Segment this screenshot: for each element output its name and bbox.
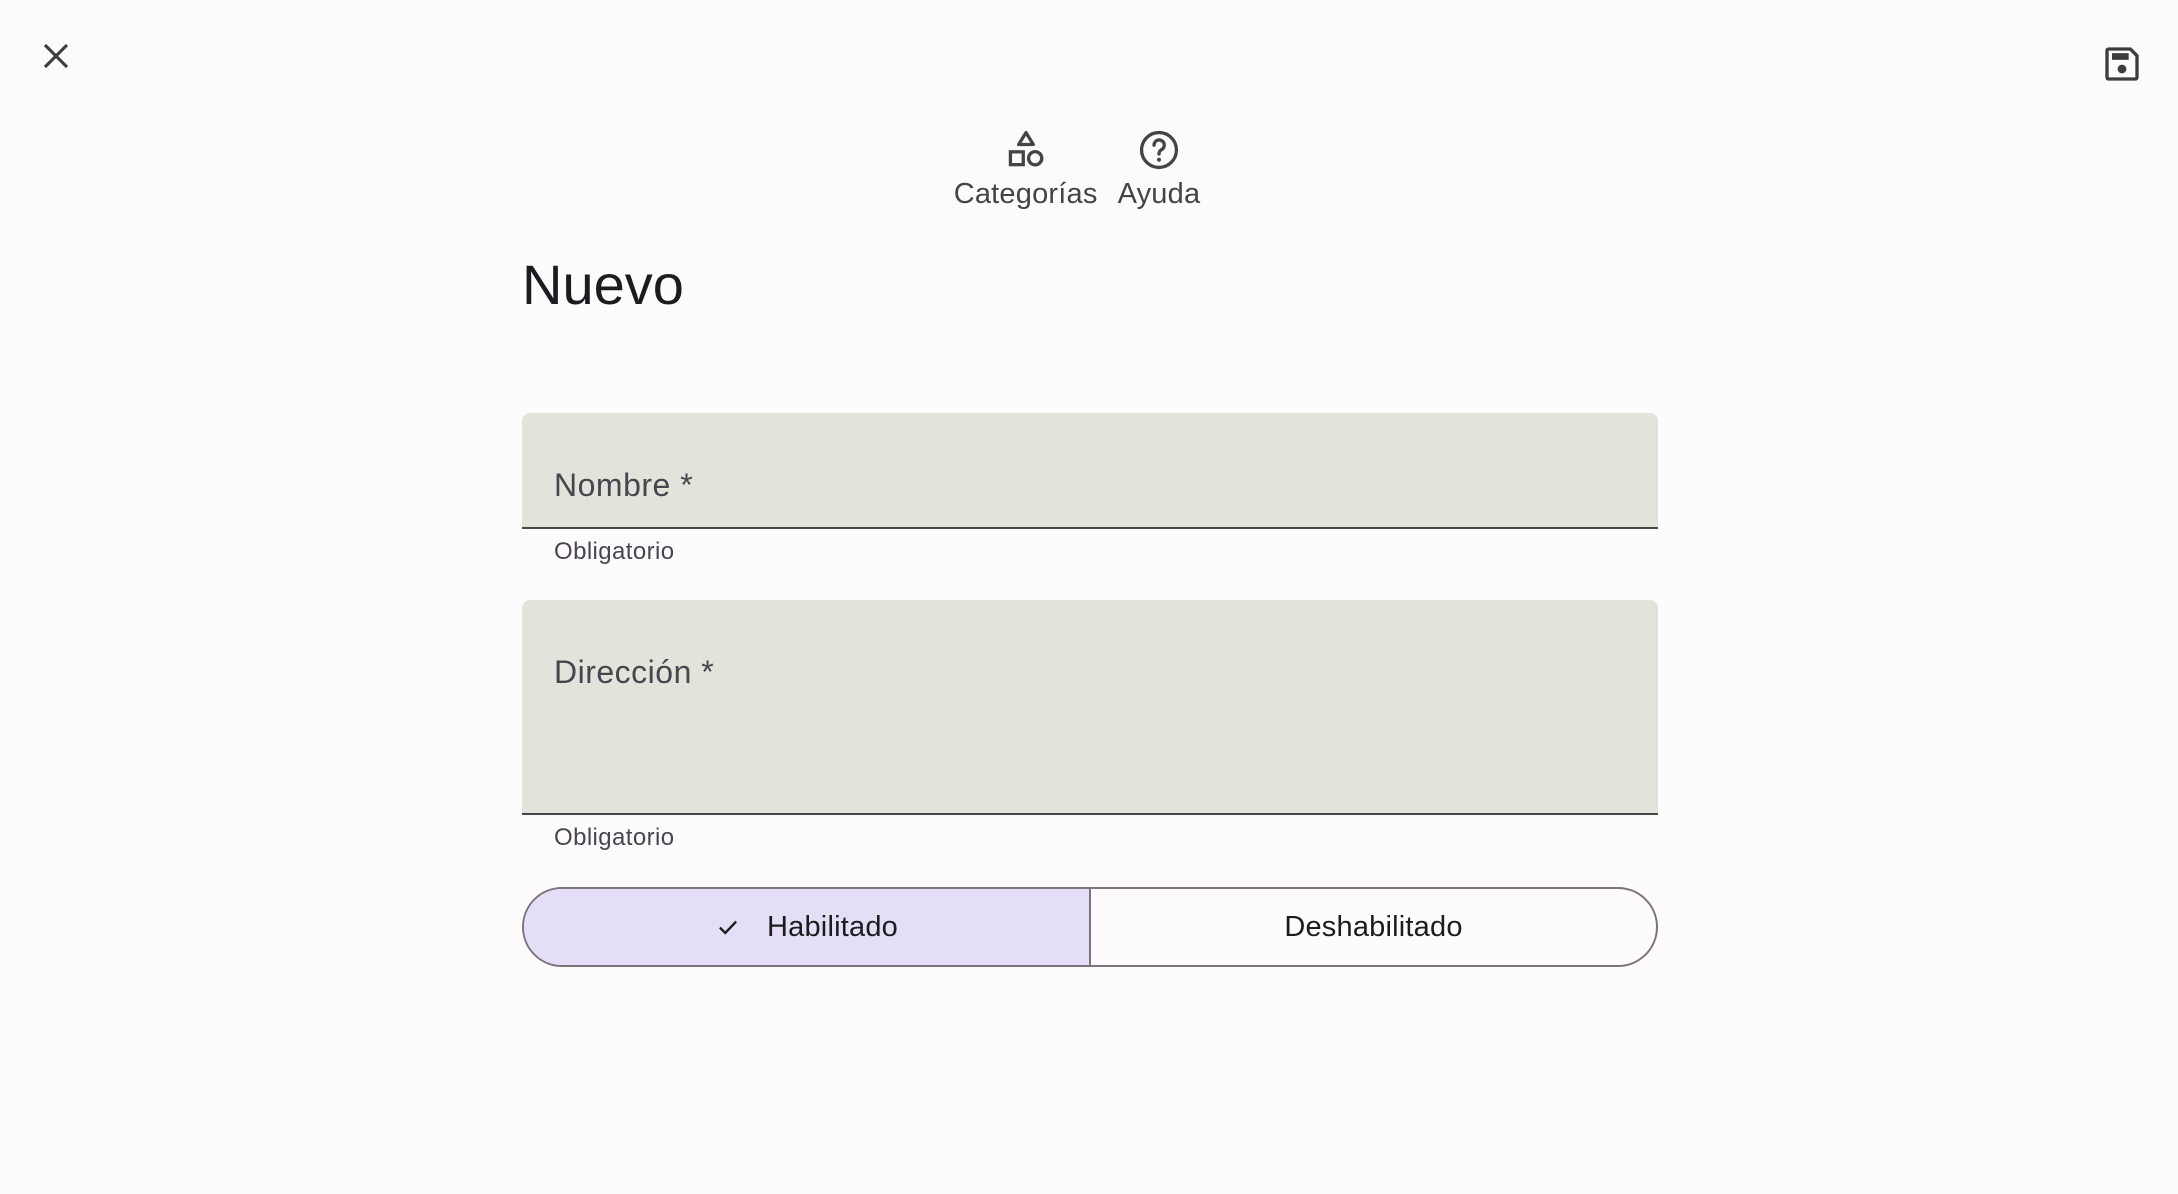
nombre-helper-text: Obligatorio [554,538,675,565]
help-icon [1135,126,1183,174]
save-button[interactable] [2094,36,2150,92]
habilitado-label: Habilitado [767,910,898,943]
close-icon [43,43,69,69]
categories-action[interactable]: Categorías [954,126,1098,211]
direccion-label: Dirección * [554,654,715,690]
page-title: Nuevo [522,253,684,316]
status-segmented-control: Habilitado Deshabilitado [522,887,1658,967]
habilitado-segment[interactable]: Habilitado [524,889,1091,965]
nombre-label: Nombre * [554,467,694,503]
help-label: Ayuda [1117,178,1201,210]
close-button[interactable] [28,28,84,84]
nombre-field[interactable]: Nombre * [522,413,1658,529]
deshabilitado-label: Deshabilitado [1284,910,1463,943]
direccion-field[interactable]: Dirección * [522,600,1658,815]
categories-icon [1002,126,1050,174]
categories-label: Categorías [953,178,1098,210]
save-icon [2105,47,2139,81]
direccion-helper-text: Obligatorio [554,824,675,851]
check-icon [715,914,741,940]
top-actions: Categorías Ayuda [0,126,2178,211]
deshabilitado-segment[interactable]: Deshabilitado [1091,889,1656,965]
help-action[interactable]: Ayuda [1118,126,1201,211]
